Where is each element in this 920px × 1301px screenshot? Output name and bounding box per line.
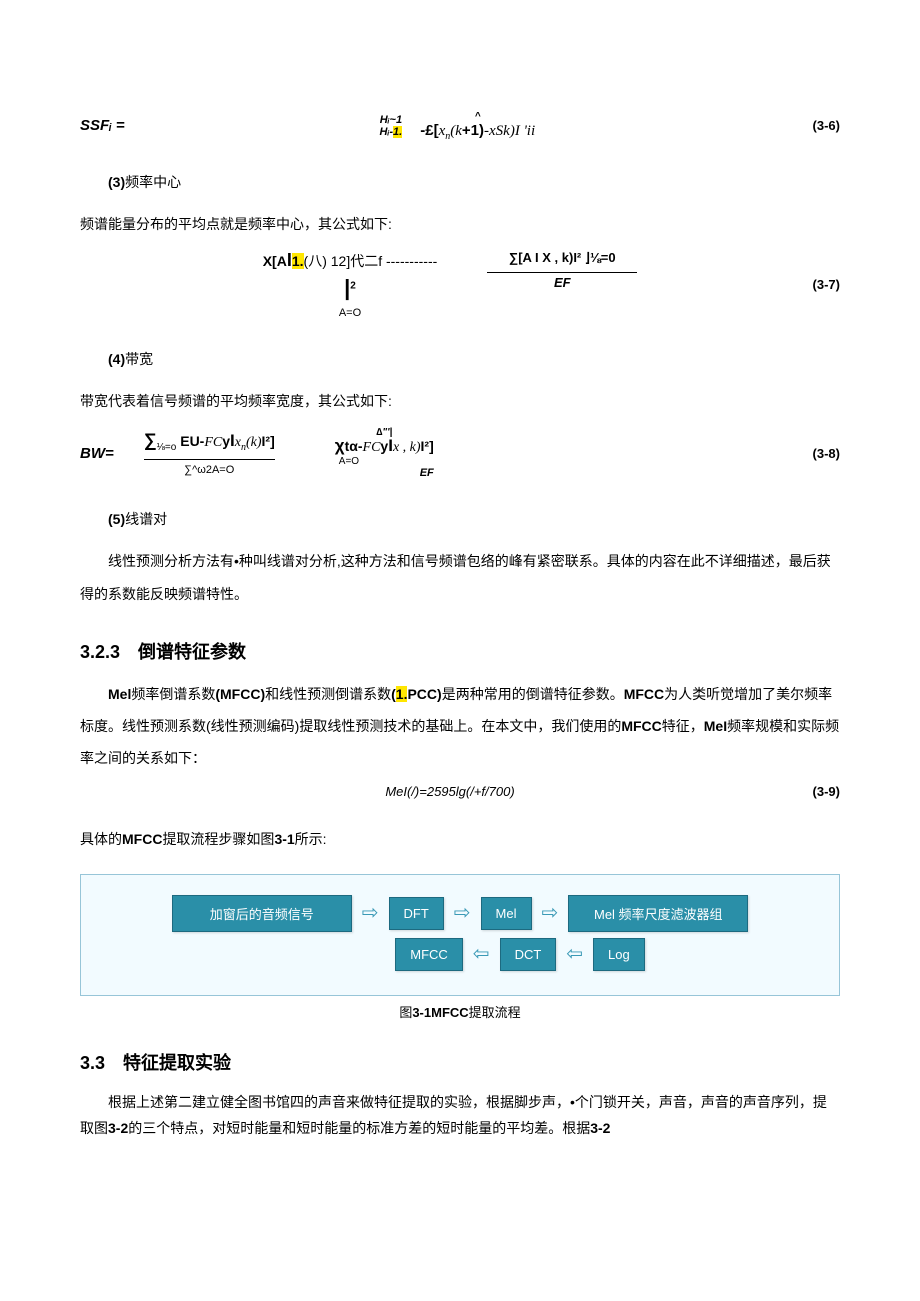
section-3-2-3-p1: Mel频率倒谱系数(MFCC)和线性预测倒谱系数(1.PCC)是两种常用的倒谱特… (80, 678, 840, 775)
mfcc-flowchart: 加窗后的音频信号 ⇨ DFT ⇨ Mel ⇨ Mel 频率尺度滤波器组 MFCC… (80, 874, 840, 996)
eq-3-8-right: ∆"'| χtα-FCyIx , k)I²] A=O EF (335, 427, 434, 479)
arrow-left-icon: ⇦ (566, 944, 583, 964)
flow-box-dct: DCT (500, 938, 557, 971)
figure-3-1-caption: 图3-1MFCC提取流程 (80, 1002, 840, 1021)
eq-3-6-number: (3-6) (760, 118, 840, 133)
eq-3-9-number: (3-9) (760, 784, 840, 799)
section-3-2-3-p2: 具体的MFCC提取流程步骤如图3-1所示: (80, 823, 840, 855)
section-3-2-3-title: 3.2.3 倒谱特征参数 (80, 638, 840, 664)
eq-3-7-number: (3-7) (760, 277, 840, 292)
document-page: SSFᵢ = Hᵢ~1 Hᵢ-1. ^ -£[xn(k+1)-xSk)I 'ii… (0, 0, 920, 1212)
item-4-text: 带宽代表着信号频谱的平均频率宽度，其公式如下: (80, 385, 840, 417)
flow-box-mfcc: MFCC (395, 938, 463, 971)
eq-3-6-body: Hᵢ~1 Hᵢ-1. ^ -£[xn(k+1)-xSk)I 'ii (155, 110, 760, 142)
arrow-left-icon: ⇦ (473, 944, 490, 964)
item-3-heading: (3)频率中心 (80, 166, 840, 198)
eq-3-8-left: ∑⅛=o EU-FCyIxn(k)I²] ∑^ω2A=O (144, 430, 275, 476)
eq-3-7-left: X[AI1.(八) 12]代二f ----------- |2 A=O (263, 250, 438, 319)
equation-3-9: MeI(/)=2595lg(/+f/700) (3-9) (80, 784, 840, 799)
item-4-heading: (4)带宽 (80, 343, 840, 375)
flow-box-windowed-signal: 加窗后的音频信号 (172, 895, 352, 932)
flow-box-mel: Mel (481, 897, 532, 930)
item-3-text: 频谱能量分布的平均点就是频率中心，其公式如下: (80, 208, 840, 240)
eq-3-6-lhs: SSFᵢ = (80, 117, 125, 134)
equation-3-8: BW= ∑⅛=o EU-FCyIxn(k)I²] ∑^ω2A=O ∆"'| χt… (80, 427, 840, 479)
arrow-right-icon: ⇨ (542, 903, 559, 923)
section-3-3-p1: 根据上述第二建立健全图书馆四的声音来做特征提取的实验，根据脚步声，•个门锁开关，… (80, 1089, 840, 1142)
arrow-right-icon: ⇨ (454, 903, 471, 923)
equation-3-7: X[AI1.(八) 12]代二f ----------- |2 A=O ∑[A … (80, 250, 840, 319)
equation-3-6: SSFᵢ = Hᵢ~1 Hᵢ-1. ^ -£[xn(k+1)-xSk)I 'ii… (80, 110, 840, 142)
eq-3-8-number: (3-8) (760, 446, 840, 461)
arrow-right-icon: ⇨ (362, 903, 379, 923)
flow-box-dft: DFT (389, 897, 444, 930)
item-5-text: 线性预测分析方法有•种叫线谱对分析,这种方法和信号频谱包络的峰有紧密联系。具体的… (80, 545, 840, 609)
eq-3-7-right: ∑[A I X , k)I² ⌋⅛=0 EF (487, 250, 637, 290)
flow-box-mel-filterbank: Mel 频率尺度滤波器组 (568, 895, 748, 932)
eq-3-8-lhs: BW= (80, 445, 114, 462)
item-5-heading: (5)线谱对 (80, 503, 840, 535)
flow-box-log: Log (593, 938, 645, 971)
section-3-3-title: 3.3 特征提取实验 (80, 1049, 840, 1075)
eq-3-9-body: MeI(/)=2595lg(/+f/700) (140, 784, 760, 799)
